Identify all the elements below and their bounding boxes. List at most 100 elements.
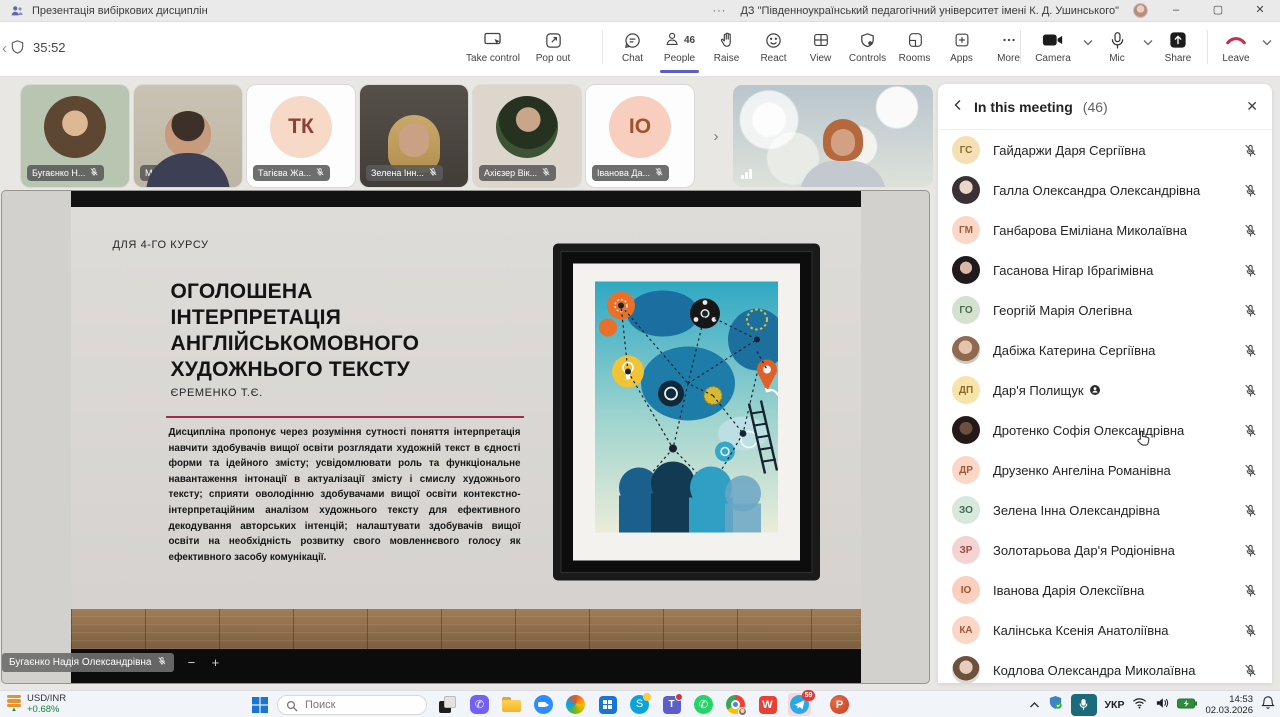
video-tile[interactable]: Бугаєнко Н...	[21, 85, 129, 187]
avatar[interactable]	[1133, 3, 1148, 18]
panel-back-icon[interactable]	[952, 99, 964, 114]
raise-button[interactable]: Raise	[703, 28, 750, 64]
mic-muted-icon[interactable]	[1243, 503, 1258, 518]
viber-icon[interactable]: ✆	[468, 693, 491, 716]
participant-row[interactable]: ІОІванова Дарія Олексіївна	[938, 570, 1272, 610]
camera-chevron-icon[interactable]	[1083, 34, 1093, 49]
slide-course-label: ДЛЯ 4-ГО КУРСУ	[113, 239, 209, 251]
mic-muted-icon[interactable]	[1243, 263, 1258, 278]
mic-muted-icon[interactable]	[1243, 343, 1258, 358]
start-button[interactable]	[252, 697, 268, 713]
take-control-label: Take control	[466, 53, 520, 64]
participant-row[interactable]: ДРДрузенко Ангеліна Романівна	[938, 450, 1272, 490]
skype-icon[interactable]: S	[628, 693, 651, 716]
participant-row[interactable]: Дротенко Софія Олександрівна	[938, 410, 1272, 450]
participant-name: Зелена Інна Олександрівна	[993, 503, 1160, 518]
participant-row[interactable]: Дабіжа Катерина Сергіївна	[938, 330, 1272, 370]
teams-icon[interactable]: T	[660, 693, 683, 716]
search-input[interactable]	[277, 695, 427, 715]
controls-button[interactable]: Controls	[844, 28, 891, 64]
restore-button[interactable]: ▢	[1204, 0, 1232, 21]
mic-muted-icon	[315, 167, 325, 179]
mic-muted-icon[interactable]	[1243, 303, 1258, 318]
video-tile[interactable]: Мельниче...	[134, 85, 242, 187]
leave-chevron-icon[interactable]	[1262, 34, 1272, 49]
battery-icon[interactable]	[1177, 696, 1197, 714]
rooms-button[interactable]: Rooms	[891, 28, 938, 64]
camera-button[interactable]: Camera	[1027, 28, 1079, 64]
view-button[interactable]: View	[797, 28, 844, 64]
participant-row[interactable]: ЗО Зелена Інна Олександрівна	[938, 490, 1272, 530]
people-button[interactable]: 46 People	[656, 28, 703, 64]
avatar-initials: ІО	[952, 576, 980, 604]
slide-rule-line	[166, 416, 524, 418]
participant-row[interactable]: ЗРЗолотарьова Дар'я Родіонівна	[938, 530, 1272, 570]
participant-row[interactable]: ГСГайдаржи Даря Сергіївна	[938, 130, 1272, 170]
participant-row[interactable]: КАКалінська Ксенія Анатоліївна	[938, 610, 1272, 650]
apps-button[interactable]: Apps	[938, 28, 985, 64]
windows-security-icon[interactable]	[1048, 695, 1063, 715]
zoom-out-button[interactable]: −	[184, 655, 198, 670]
w-app-icon[interactable]: W	[756, 693, 779, 716]
take-control-button[interactable]: Take control	[462, 28, 524, 64]
mic-muted-icon[interactable]	[1243, 543, 1258, 558]
mic-muted-icon[interactable]	[1243, 623, 1258, 638]
speaker-icon[interactable]	[1155, 696, 1169, 714]
wifi-icon[interactable]	[1132, 696, 1147, 714]
mic-button[interactable]: Mic	[1095, 28, 1139, 64]
zoom-in-button[interactable]: +	[208, 655, 222, 670]
participant-row[interactable]: ДПДар'я Полищук	[938, 370, 1272, 410]
store-icon[interactable]	[596, 693, 619, 716]
mic-in-use-indicator[interactable]	[1071, 694, 1097, 716]
language-indicator[interactable]: УКР	[1105, 699, 1125, 711]
strip-prev-icon[interactable]: ‹	[2, 40, 7, 57]
mic-muted-icon[interactable]	[1243, 183, 1258, 198]
active-speaker-tile[interactable]	[733, 85, 933, 187]
people-icon	[664, 30, 682, 51]
mic-chevron-icon[interactable]	[1143, 34, 1153, 49]
titlebar-more-icon[interactable]: ···	[712, 5, 726, 17]
powerpoint-icon[interactable]: P	[828, 693, 851, 716]
chat-button[interactable]: Chat	[609, 28, 656, 64]
mic-muted-icon[interactable]	[1243, 423, 1258, 438]
avatar-initials: ЗО	[952, 496, 980, 524]
mic-muted-icon[interactable]	[1243, 383, 1258, 398]
whatsapp-icon[interactable]: ✆	[692, 693, 715, 716]
zoom-icon[interactable]	[532, 693, 555, 716]
leave-button[interactable]: Leave	[1214, 28, 1258, 64]
video-tile[interactable]: Ахієзер Вік...	[473, 85, 581, 187]
participant-row[interactable]: ГОГеоргій Марія Олегівна	[938, 290, 1272, 330]
react-button[interactable]: React	[750, 28, 797, 64]
taskbar-search[interactable]	[277, 695, 427, 715]
participant-row[interactable]: Галла Олександра Олександрівна	[938, 170, 1272, 210]
shared-screen[interactable]: ДЛЯ 4-ГО КУРСУ ОГОЛОШЕНА ІНТЕРПРЕТАЦІЯ А…	[1, 190, 930, 684]
close-button[interactable]: ✕	[1246, 0, 1274, 21]
strip-next-icon[interactable]: ›	[707, 128, 725, 145]
slide-paragraph: Дисципліна пропонує через розуміння сутн…	[169, 425, 521, 565]
mic-muted-icon[interactable]	[1243, 223, 1258, 238]
notification-bell-icon[interactable]	[1261, 695, 1275, 715]
mic-muted-icon[interactable]	[1243, 463, 1258, 478]
clock[interactable]: 14:53 02.03.2026	[1205, 694, 1253, 716]
mic-muted-icon[interactable]	[1243, 583, 1258, 598]
telegram-icon[interactable]: 59	[788, 693, 811, 716]
mic-muted-icon[interactable]	[1243, 663, 1258, 678]
copilot-icon[interactable]	[564, 693, 587, 716]
minimize-button[interactable]: –	[1162, 0, 1190, 21]
chrome-icon[interactable]	[724, 693, 747, 716]
mic-muted-icon[interactable]	[1243, 143, 1258, 158]
share-button[interactable]: Share	[1155, 28, 1201, 64]
tray-time: 14:53	[1205, 694, 1253, 705]
task-view-icon[interactable]	[436, 693, 459, 716]
panel-close-icon[interactable]: ✕	[1246, 98, 1258, 115]
stocks-widget[interactable]: ▲ USD/INR +0.68%	[7, 693, 66, 715]
participant-row[interactable]: Гасанова Нігар Ібрагімівна	[938, 250, 1272, 290]
tray-expand-icon[interactable]	[1029, 696, 1040, 714]
video-tile[interactable]: ТК Тагієва Жа...	[247, 85, 355, 187]
video-tile[interactable]: Зелена Інн...	[360, 85, 468, 187]
participant-row[interactable]: ГМГанбарова Еміліана Миколаївна	[938, 210, 1272, 250]
pop-out-button[interactable]: Pop out	[524, 28, 582, 64]
participant-row[interactable]: Кодлова Олександра Миколаївна	[938, 650, 1272, 683]
explorer-icon[interactable]	[500, 693, 523, 716]
video-tile[interactable]: ІО Іванова Да...	[586, 85, 694, 187]
